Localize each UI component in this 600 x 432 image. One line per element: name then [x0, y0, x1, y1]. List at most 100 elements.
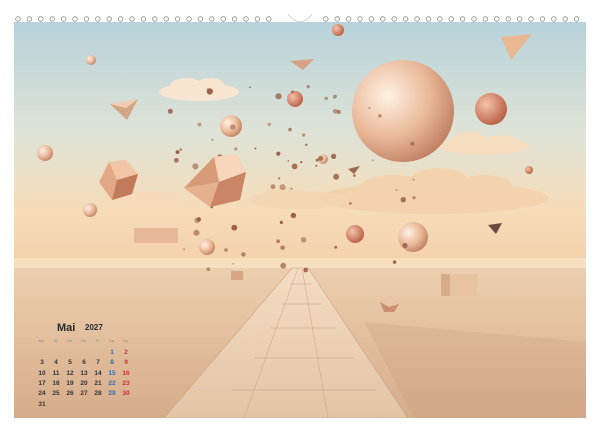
- particle: [234, 147, 238, 151]
- binding-hole: [231, 16, 238, 22]
- binding-hole: [266, 16, 272, 22]
- binding-hole: [72, 16, 78, 22]
- calendar-day: 30: [122, 390, 130, 398]
- calendar-day: 23: [122, 379, 130, 387]
- binding-hole: [437, 16, 443, 22]
- particle: [400, 197, 406, 203]
- calendar-day: 27: [80, 390, 88, 398]
- particle: [290, 212, 297, 219]
- binding-hole: [380, 16, 386, 22]
- particle: [290, 90, 294, 94]
- particle: [270, 184, 276, 190]
- particle: [288, 127, 292, 132]
- calendar-day: 31: [38, 400, 46, 408]
- binding-hole: [471, 16, 477, 22]
- particle: [412, 178, 415, 181]
- particle: [305, 143, 308, 146]
- calendar-day: 28: [94, 390, 102, 398]
- binding-hole: [334, 16, 340, 22]
- particle: [412, 196, 416, 200]
- calendar-day: 15: [108, 369, 116, 377]
- calendar-day: 22: [108, 379, 116, 387]
- calendar-day: 20: [80, 379, 88, 387]
- particle: [224, 248, 228, 252]
- calendar-day: 4: [54, 359, 58, 367]
- weekday-label: Fr: [95, 338, 100, 343]
- particle: [315, 164, 318, 167]
- binding-hole: [482, 16, 489, 22]
- binding-hole: [129, 16, 135, 22]
- large-sphere: [352, 60, 454, 162]
- sphere: [332, 24, 344, 36]
- floor-cube: [441, 274, 477, 296]
- particle: [315, 158, 319, 162]
- particle: [287, 160, 290, 162]
- calendar-day: 21: [94, 379, 102, 387]
- binding-hole: [220, 16, 226, 22]
- particle: [368, 106, 371, 110]
- binding-hole: [117, 16, 124, 22]
- binding-hole: [49, 16, 55, 22]
- binding-hole: [402, 16, 409, 22]
- particle: [371, 159, 374, 162]
- binding-hole: [95, 16, 101, 22]
- binding-hole: [243, 16, 249, 22]
- binding-hole: [345, 16, 352, 22]
- particle: [275, 93, 282, 100]
- calendar-day: 18: [52, 379, 60, 387]
- horizon-glow: [14, 258, 586, 268]
- particle: [402, 242, 408, 249]
- particle: [267, 122, 271, 127]
- binding-hole: [140, 16, 147, 22]
- particle: [280, 245, 285, 250]
- particle: [279, 184, 286, 191]
- particle: [206, 88, 209, 91]
- calendar-day: 29: [108, 390, 116, 398]
- binding-hole: [174, 16, 181, 22]
- weekday-label: Sa: [109, 338, 114, 343]
- calendar-day: 12: [66, 369, 74, 377]
- binding-hole: [448, 16, 454, 22]
- binding-hole: [573, 16, 580, 22]
- binding-hole: [186, 16, 192, 22]
- weekday-label: Di: [53, 338, 58, 343]
- calendar-day: 10: [38, 369, 46, 377]
- particle: [334, 245, 338, 249]
- particle: [349, 202, 352, 205]
- floating-slab-top: [134, 225, 178, 228]
- particle: [192, 163, 199, 170]
- particle: [254, 147, 257, 150]
- calendar-day: 3: [40, 359, 44, 367]
- calendar-day: 2: [124, 349, 128, 356]
- red-sphere: [475, 93, 507, 125]
- binding-hole: [425, 16, 432, 22]
- floor-cube-small: [231, 271, 243, 280]
- particle: [167, 108, 173, 114]
- particle: [197, 122, 202, 127]
- particle: [279, 220, 283, 224]
- weekday-label: So: [123, 338, 128, 343]
- calendar-day: 6: [82, 359, 86, 367]
- particle: [332, 108, 338, 114]
- particle: [232, 262, 235, 265]
- particle: [241, 252, 246, 257]
- particle: [324, 96, 329, 101]
- calendar-day: 13: [80, 369, 88, 377]
- binding-hole: [357, 16, 363, 22]
- binding-hole: [368, 16, 375, 22]
- particle: [331, 153, 337, 159]
- particle: [300, 161, 303, 164]
- binding-hole: [516, 16, 523, 22]
- particle: [302, 133, 306, 137]
- particle: [332, 94, 337, 99]
- particle: [206, 267, 211, 272]
- binding-hole: [323, 16, 329, 22]
- calendar-day: 8: [110, 359, 114, 367]
- binding-hole: [551, 16, 557, 22]
- particle: [175, 150, 180, 155]
- calendar-day: 14: [94, 369, 102, 377]
- binding-hole: [562, 16, 568, 22]
- particle: [280, 262, 287, 269]
- sphere: [525, 166, 533, 174]
- weekday-label: Mo: [38, 338, 45, 343]
